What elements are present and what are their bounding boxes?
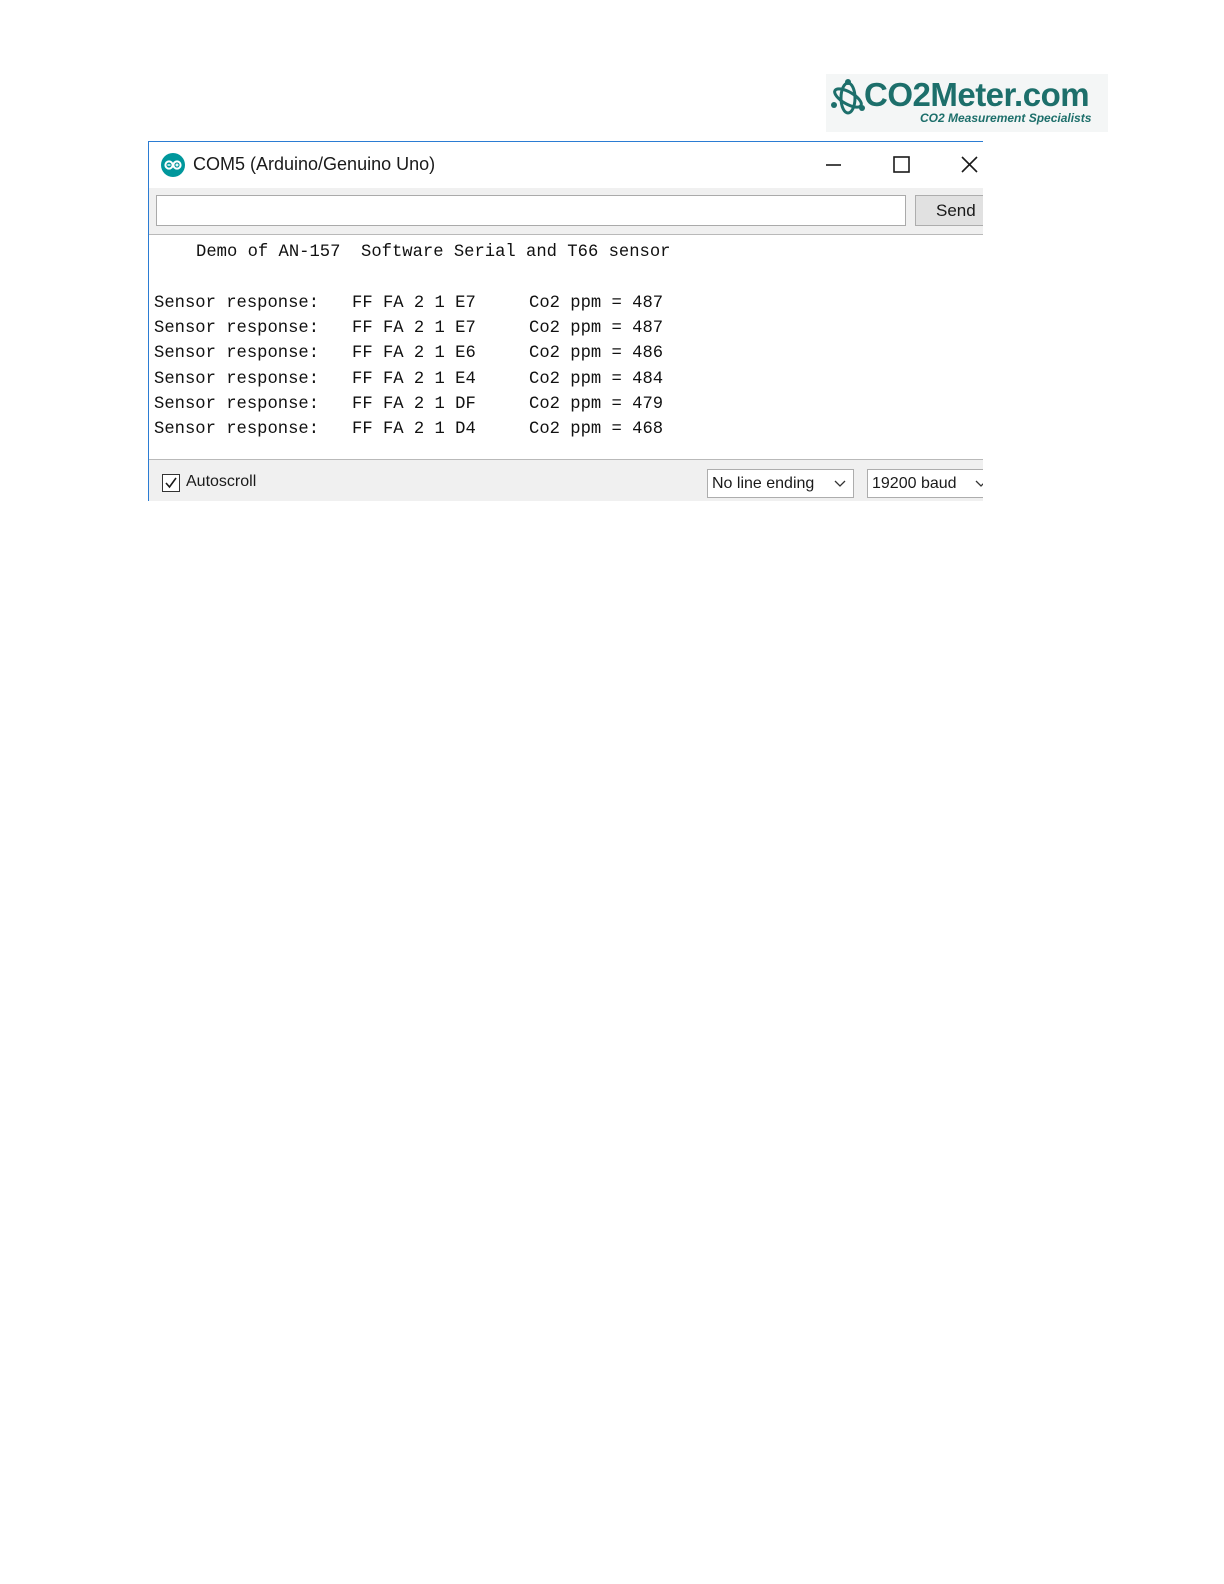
- minimize-button[interactable]: [810, 146, 856, 184]
- autoscroll-checkbox[interactable]: [162, 474, 180, 492]
- serial-output[interactable]: Demo of AN-157 Software Serial and T66 s…: [149, 234, 983, 460]
- maximize-icon: [893, 156, 910, 173]
- output-line-reading: Co2 ppm = 487: [529, 319, 664, 339]
- output-line-bytes: FF FA 2 1 E7: [352, 294, 476, 313]
- output-line-label: Sensor response:: [154, 394, 320, 414]
- checkmark-icon: [165, 477, 177, 489]
- output-line-reading: Co2 ppm = 487: [529, 294, 664, 313]
- send-button[interactable]: Send: [915, 195, 983, 226]
- close-icon: [961, 156, 978, 173]
- autoscroll-label[interactable]: Autoscroll: [186, 473, 256, 491]
- chevron-down-icon: [975, 480, 983, 487]
- output-line-bytes: FF FA 2 1 E7: [352, 319, 476, 339]
- logo-tagline: CO2 Measurement Specialists: [920, 111, 1092, 125]
- output-line-bytes: FF FA 2 1 E6: [352, 344, 476, 364]
- output-line-label: Sensor response:: [154, 369, 320, 389]
- arduino-infinity-icon: [161, 153, 185, 177]
- logo-name: CO2Meter.com: [864, 76, 1090, 113]
- output-line-reading: Co2 ppm = 479: [529, 394, 664, 414]
- send-bar: Send: [149, 188, 983, 234]
- minimize-icon: [826, 164, 841, 166]
- output-line-reading: Co2 ppm = 484: [529, 369, 664, 389]
- line-ending-select[interactable]: No line ending: [707, 469, 854, 498]
- output-line-bytes: FF FA 2 1 E4: [352, 369, 476, 389]
- serial-monitor-window: COM5 (Arduino/Genuino Uno) Send Demo of …: [148, 141, 983, 501]
- window-title: COM5 (Arduino/Genuino Uno): [193, 154, 436, 174]
- chevron-down-icon: [834, 480, 846, 487]
- output-line-reading: Co2 ppm = 468: [529, 420, 664, 439]
- status-bar: Autoscroll No line ending 19200 baud: [149, 460, 983, 501]
- serial-send-input[interactable]: [156, 195, 906, 226]
- output-line-label: Sensor response:: [154, 319, 320, 339]
- line-ending-value: No line ending: [712, 475, 815, 492]
- title-bar[interactable]: COM5 (Arduino/Genuino Uno): [149, 142, 983, 188]
- output-line-label: Sensor response:: [154, 344, 320, 364]
- baud-rate-select[interactable]: 19200 baud: [867, 469, 983, 498]
- co2meter-logo: CO2Meter.com CO2 Measurement Specialists: [826, 74, 1108, 132]
- output-header: Demo of AN-157 Software Serial and T66 s…: [196, 243, 671, 262]
- output-line-label: Sensor response:: [154, 420, 320, 439]
- output-line-reading: Co2 ppm = 486: [529, 344, 664, 364]
- baud-rate-value: 19200 baud: [872, 475, 957, 492]
- output-line-bytes: FF FA 2 1 DF: [352, 394, 476, 414]
- output-line-bytes: FF FA 2 1 D4: [352, 420, 476, 439]
- atom-co2-icon: [831, 79, 865, 115]
- output-line-label: Sensor response:: [154, 294, 320, 313]
- maximize-button[interactable]: [877, 146, 923, 184]
- close-button[interactable]: [945, 146, 983, 184]
